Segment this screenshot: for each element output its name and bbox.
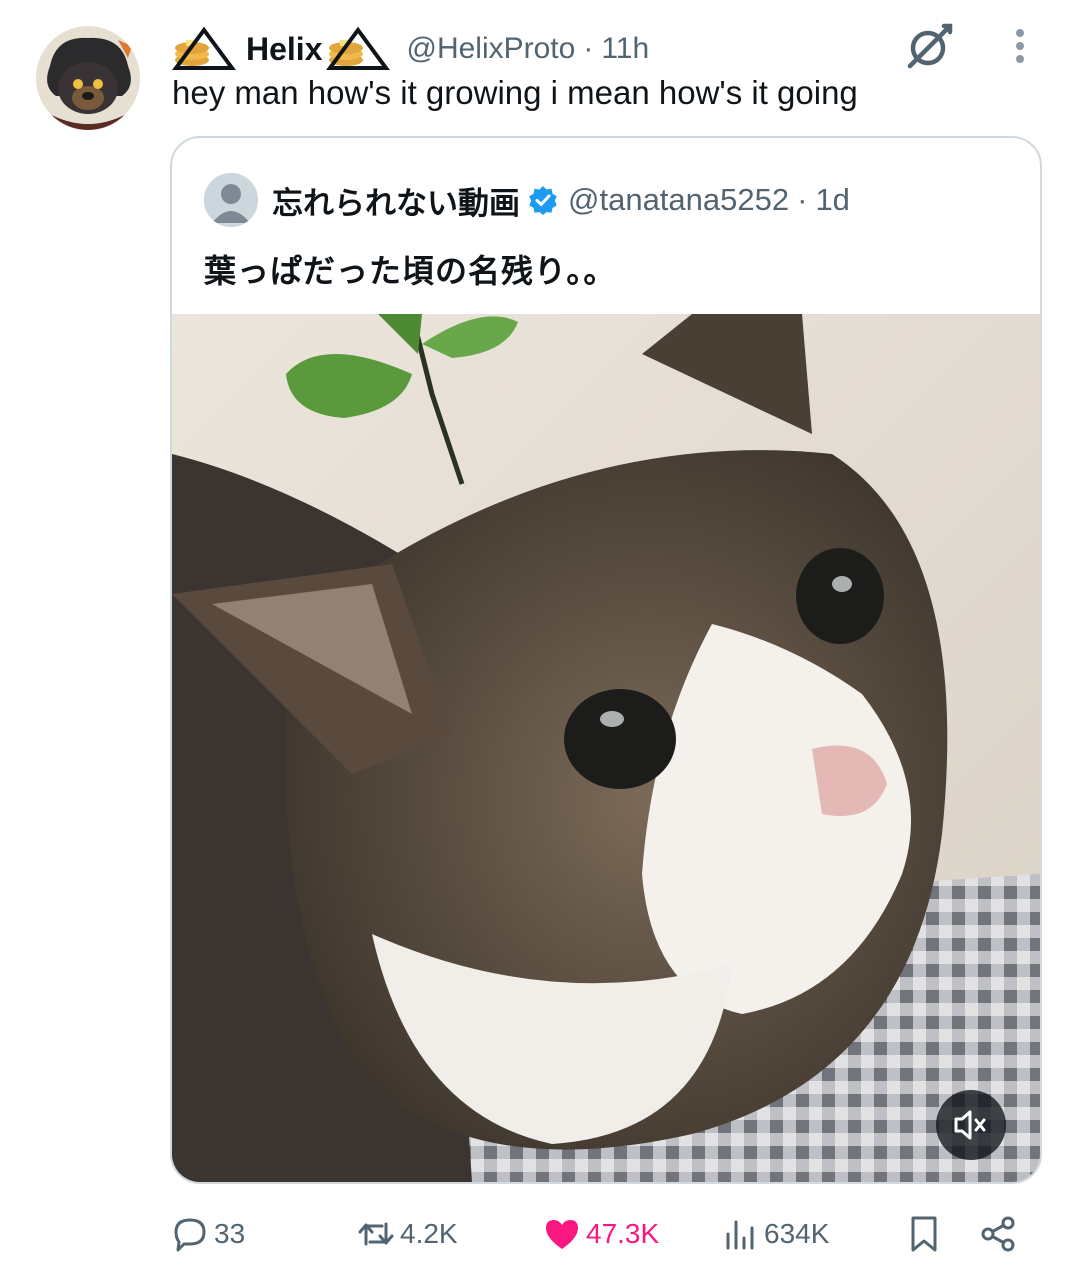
quoted-header: 忘れられない動画 @tanatana5252 · 1d	[204, 172, 850, 228]
author-avatar[interactable]	[36, 26, 140, 130]
bookmark-button[interactable]	[904, 1206, 944, 1262]
share-icon	[978, 1214, 1018, 1254]
reply-icon	[170, 1214, 210, 1254]
pancake-triangle-icon	[172, 26, 238, 72]
quoted-text: 葉っぱだった頃の名残り。。	[204, 253, 617, 289]
post-time[interactable]: 11h	[601, 32, 649, 66]
grok-icon[interactable]	[900, 20, 956, 72]
post-header: Helix @HelixProto · 11h	[172, 26, 649, 72]
author-handle[interactable]: @HelixProto	[406, 32, 575, 66]
quoted-video[interactable]	[172, 314, 1040, 1182]
default-avatar-icon[interactable]	[204, 173, 258, 227]
author-name[interactable]: Helix	[246, 31, 322, 68]
views-count: 634K	[764, 1218, 830, 1249]
quoted-time[interactable]: 1d	[815, 182, 849, 218]
share-button[interactable]	[978, 1206, 1018, 1262]
repost-count: 4.2K	[400, 1218, 458, 1249]
like-icon	[542, 1214, 582, 1254]
more-icon[interactable]	[1000, 22, 1040, 72]
action-bar: 33 4.2K 47.3K 634K	[170, 1206, 1050, 1262]
like-count: 47.3K	[586, 1218, 660, 1249]
verified-badge-icon	[528, 185, 558, 215]
mute-icon[interactable]	[936, 1090, 1006, 1160]
post-text: hey man how's it growing i mean how's it…	[172, 74, 858, 111]
repost-button[interactable]: 4.2K	[356, 1206, 458, 1262]
views-icon	[720, 1214, 760, 1254]
bookmark-icon	[904, 1214, 944, 1254]
separator-dot: ·	[583, 32, 594, 65]
reply-count: 33	[214, 1218, 246, 1249]
quoted-author-handle[interactable]: @tanatana5252	[568, 182, 789, 218]
quoted-author-name[interactable]: 忘れられない動画	[272, 178, 520, 223]
reply-button[interactable]: 33	[170, 1206, 245, 1262]
repost-icon	[356, 1214, 396, 1254]
quoted-post[interactable]: 忘れられない動画 @tanatana5252 · 1d 葉っぱだった頃の名残り。…	[170, 136, 1042, 1184]
like-button[interactable]: 47.3K	[542, 1206, 659, 1262]
views-button[interactable]: 634K	[720, 1206, 829, 1262]
pancake-triangle-icon	[326, 26, 392, 72]
separator-dot: ·	[797, 182, 808, 217]
